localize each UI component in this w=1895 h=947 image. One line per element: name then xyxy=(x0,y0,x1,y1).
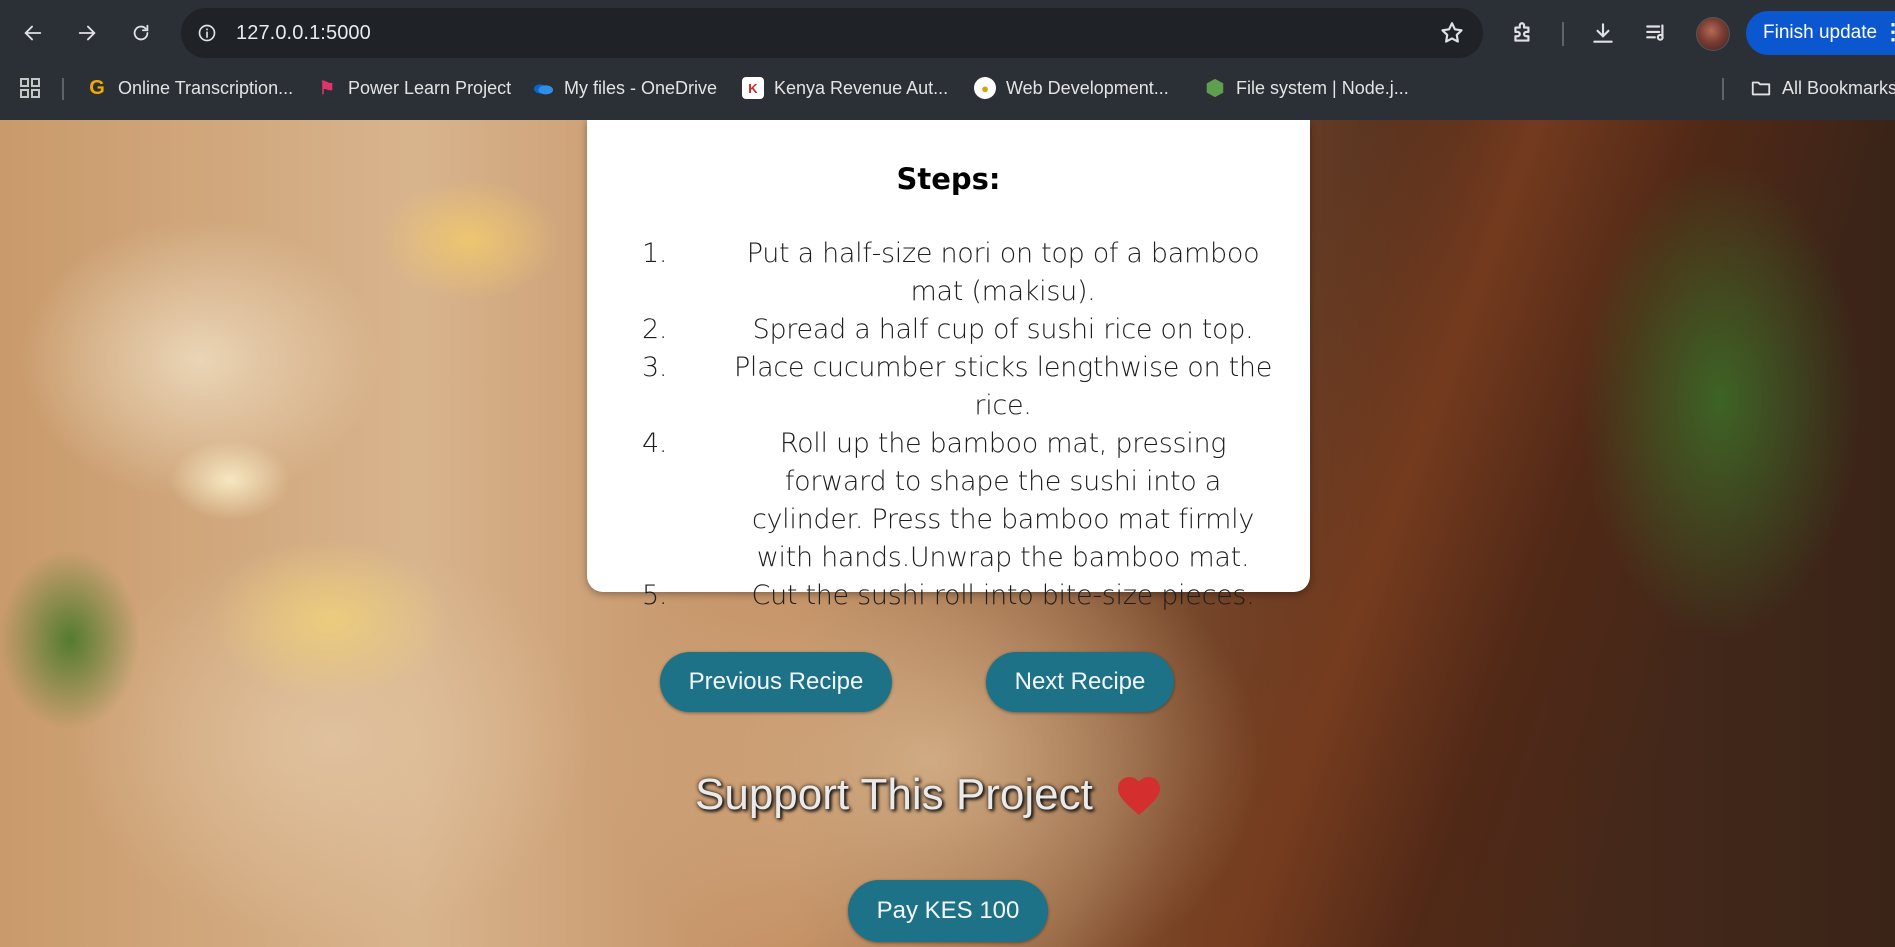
all-bookmarks-label: All Bookmarks xyxy=(1782,77,1895,98)
address-bar[interactable]: 127.0.0.1:5000 xyxy=(181,8,1483,58)
pay-button[interactable]: Pay KES 100 xyxy=(848,880,1048,942)
folder-icon xyxy=(1750,77,1772,99)
bookmark-item[interactable]: ⚑ Power Learn Project xyxy=(316,74,511,102)
bookmark-label: Online Transcription... xyxy=(118,77,294,98)
bookmark-item[interactable]: K Kenya Revenue Aut... xyxy=(742,74,948,102)
back-button[interactable] xyxy=(16,16,50,50)
webdev-favicon: ● xyxy=(974,77,996,99)
bookmark-star-icon[interactable] xyxy=(1439,20,1465,46)
step-number: 3. xyxy=(642,352,668,383)
bookmark-item[interactable]: My files - OneDrive xyxy=(532,74,717,102)
heart-icon xyxy=(1117,777,1160,815)
nodejs-icon xyxy=(1204,77,1226,99)
steps-heading: Steps: xyxy=(896,162,1001,196)
bookmark-item[interactable]: File system | Node.j... xyxy=(1204,74,1409,102)
download-icon[interactable] xyxy=(1588,18,1618,48)
step-text: Roll up the bamboo mat, pressing forward… xyxy=(751,428,1255,573)
transcription-favicon: G xyxy=(89,76,105,99)
step-text: Spread a half cup of sushi rice on top. xyxy=(752,314,1254,345)
step-item: 1. Put a half-size nori on top of a bamb… xyxy=(637,235,1287,311)
step-number: 2. xyxy=(642,314,668,345)
finish-update-label: Finish update xyxy=(1763,22,1878,43)
bookmark-label: Web Development... xyxy=(1006,77,1169,98)
step-number: 5. xyxy=(642,580,668,611)
steps-list: 1. Put a half-size nori on top of a bamb… xyxy=(637,235,1287,615)
support-heading: Support This Project xyxy=(695,770,1163,820)
recipe-steps-card: Steps: 1. Put a half-size nori on top of… xyxy=(587,120,1310,611)
all-bookmarks-button[interactable]: All Bookmarks xyxy=(1750,74,1895,102)
bookmark-label: File system | Node.j... xyxy=(1236,77,1409,98)
support-title: Support This Project xyxy=(695,770,1093,819)
browser-chrome: 127.0.0.1:5000 Finish update ⋮ G Online … xyxy=(0,0,1895,120)
bookmarks-divider xyxy=(62,78,64,100)
step-item: 5. Cut the sushi roll into bite-size pie… xyxy=(637,577,1287,615)
browser-toolbar: 127.0.0.1:5000 Finish update ⋮ xyxy=(0,0,1895,66)
step-item: 2. Spread a half cup of sushi rice on to… xyxy=(637,311,1287,349)
media-control-icon[interactable] xyxy=(1642,18,1672,48)
site-info-icon[interactable] xyxy=(193,19,221,47)
previous-recipe-button[interactable]: Previous Recipe xyxy=(660,652,892,712)
apps-grid-icon[interactable] xyxy=(18,76,42,100)
arrow-right-icon xyxy=(78,25,96,41)
step-item: 3. Place cucumber sticks lengthwise on t… xyxy=(637,349,1287,425)
finish-update-button[interactable]: Finish update xyxy=(1746,11,1895,55)
arrow-left-icon xyxy=(24,25,42,41)
next-recipe-button[interactable]: Next Recipe xyxy=(986,652,1174,712)
plp-favicon: ⚑ xyxy=(318,77,336,98)
step-text: Place cucumber sticks lengthwise on the … xyxy=(733,352,1273,421)
more-menu-icon[interactable]: ⋮ xyxy=(1882,21,1895,43)
bookmark-label: Power Learn Project xyxy=(348,77,512,98)
bookmarks-divider xyxy=(1722,78,1724,100)
url-text[interactable]: 127.0.0.1:5000 xyxy=(236,22,371,45)
forward-button[interactable] xyxy=(70,16,104,50)
step-text: Put a half-size nori on top of a bamboo … xyxy=(746,238,1260,307)
bookmark-label: My files - OneDrive xyxy=(564,77,718,98)
onedrive-icon xyxy=(532,77,554,99)
bookmark-label: Kenya Revenue Aut... xyxy=(774,77,949,98)
profile-avatar[interactable] xyxy=(1696,17,1730,51)
bookmark-item[interactable]: ● Web Development... xyxy=(974,74,1169,102)
bookmark-item[interactable]: G Online Transcription... xyxy=(86,74,293,102)
reload-button[interactable] xyxy=(124,16,158,50)
bookmarks-bar: G Online Transcription... ⚑ Power Learn … xyxy=(0,68,1895,108)
step-number: 1. xyxy=(642,238,668,269)
page-content: Steps: 1. Put a half-size nori on top of… xyxy=(0,120,1895,947)
step-item: 4. Roll up the bamboo mat, pressing forw… xyxy=(637,425,1287,577)
reload-icon xyxy=(133,24,149,41)
toolbar-divider xyxy=(1562,22,1564,46)
kra-favicon: K xyxy=(742,77,764,99)
step-text: Cut the sushi roll into bite-size pieces… xyxy=(751,580,1255,611)
step-number: 4. xyxy=(642,428,668,459)
extensions-icon[interactable] xyxy=(1508,18,1538,48)
